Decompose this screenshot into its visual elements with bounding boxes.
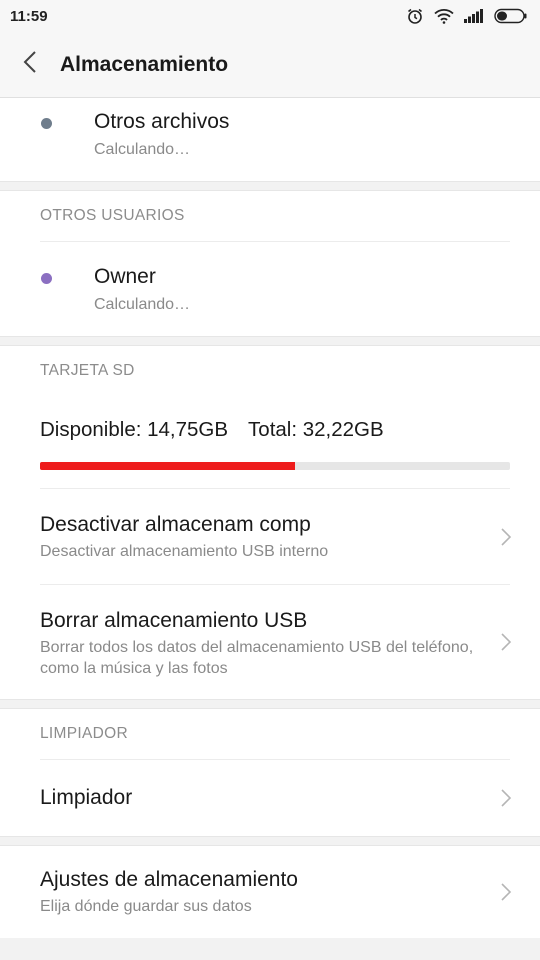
section-header-other-users: OTROS USUARIOS <box>40 207 185 224</box>
row-subtitle: Borrar todos los datos del almacenamient… <box>40 639 474 677</box>
available-space: Disponible: 14,75GB <box>40 418 229 441</box>
wifi-icon <box>434 8 454 24</box>
settings-card: Ajustes de almacenamiento Elija dónde gu… <box>0 846 540 938</box>
sd-card-card: TARJETA SD Disponible: 14,75GB Total: 32,… <box>0 346 540 699</box>
status-time: 11:59 <box>10 7 48 25</box>
usage-text: Disponible: 14,75GB Total: 32,22GB <box>40 418 384 442</box>
section-gap <box>0 181 540 191</box>
signal-icon <box>464 9 484 23</box>
chevron-left-icon <box>23 50 37 79</box>
storage-content: Otros archivos Calculando… OTROS USUARIO… <box>0 98 540 938</box>
page-title: Almacenamiento <box>60 52 229 76</box>
section-gap <box>0 336 540 346</box>
chevron-right-icon <box>500 527 512 552</box>
legend-item-subtitle: Calculando… <box>94 141 191 158</box>
erase-usb-row[interactable]: Borrar almacenamiento USB Borrar todos l… <box>0 585 540 699</box>
alarm-icon <box>406 7 424 25</box>
legend-dot <box>41 118 52 129</box>
storage-settings-row[interactable]: Ajustes de almacenamiento Elija dónde gu… <box>0 846 540 938</box>
battery-icon <box>494 8 528 24</box>
chevron-right-icon <box>500 632 512 657</box>
legend-item-subtitle: Calculando… <box>94 296 191 313</box>
unmount-sd-row[interactable]: Desactivar almacenam comp Desactivar alm… <box>0 489 540 584</box>
app-bar: Almacenamiento <box>0 32 540 98</box>
section-gap <box>0 836 540 846</box>
row-title: Desactivar almacenam comp <box>40 513 311 536</box>
section-gap <box>0 699 540 709</box>
cleaner-card: LIMPIADOR Limpiador <box>0 709 540 836</box>
legend-item-title: Otros archivos <box>94 110 230 133</box>
row-title: Ajustes de almacenamiento <box>40 868 298 891</box>
row-subtitle: Elija dónde guardar sus datos <box>40 898 252 915</box>
storage-legend-card: Otros archivos Calculando… <box>0 98 540 181</box>
status-bar: 11:59 <box>0 0 540 32</box>
legend-item-other-files: Otros archivos Calculando… <box>0 98 540 181</box>
row-title: Borrar almacenamiento USB <box>40 609 308 632</box>
row-title: Limpiador <box>40 786 133 809</box>
legend-item-owner[interactable]: Owner Calculando… <box>0 242 540 336</box>
chevron-right-icon <box>500 788 512 813</box>
chevron-right-icon <box>500 882 512 907</box>
usage-bar <box>40 462 510 470</box>
total-space: Total: 32,22GB <box>248 418 384 441</box>
cleaner-row[interactable]: Limpiador <box>0 760 540 836</box>
back-button[interactable] <box>0 32 60 98</box>
section-header-cleaner: LIMPIADOR <box>40 725 128 742</box>
usage-bar-fill <box>40 462 295 470</box>
legend-dot <box>41 273 52 284</box>
row-subtitle: Desactivar almacenamiento USB interno <box>40 543 329 560</box>
sd-card-usage: Disponible: 14,75GB Total: 32,22GB <box>0 396 540 488</box>
legend-item-title: Owner <box>94 265 156 288</box>
status-icons <box>406 7 528 25</box>
section-header-sd-card: TARJETA SD <box>40 362 135 379</box>
other-users-card: OTROS USUARIOS Owner Calculando… <box>0 191 540 336</box>
